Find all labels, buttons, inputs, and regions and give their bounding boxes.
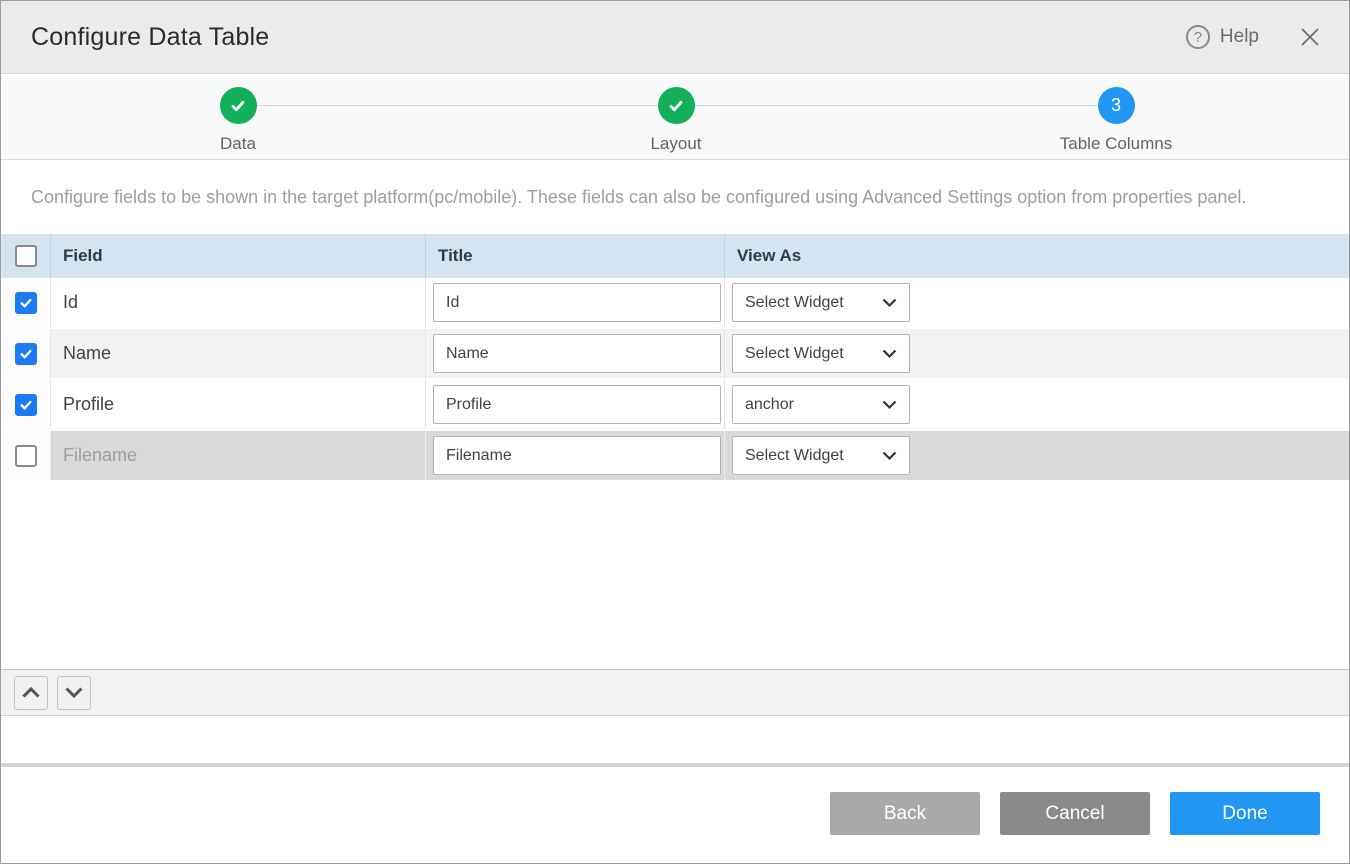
footer-divider bbox=[1, 763, 1349, 767]
table-row: Filename Select Widget bbox=[1, 431, 1349, 482]
configure-data-table-dialog: Configure Data Table ? Help Data bbox=[0, 0, 1350, 864]
chevron-down-icon bbox=[882, 298, 897, 308]
column-header-view-as: View As bbox=[725, 234, 1349, 278]
help-label: Help bbox=[1220, 26, 1259, 48]
title-input[interactable] bbox=[433, 283, 721, 322]
move-up-button[interactable] bbox=[14, 676, 48, 710]
table-row: Id Select Widget bbox=[1, 278, 1349, 329]
step-data[interactable]: Data bbox=[158, 87, 318, 154]
close-icon bbox=[1299, 26, 1321, 48]
step-label: Table Columns bbox=[1036, 134, 1196, 154]
close-button[interactable] bbox=[1299, 26, 1321, 48]
description-text: Configure fields to be shown in the targ… bbox=[31, 187, 1319, 208]
title-input[interactable] bbox=[433, 385, 721, 424]
move-down-button[interactable] bbox=[57, 676, 91, 710]
view-as-select[interactable]: anchor bbox=[732, 385, 910, 424]
chevron-down-icon bbox=[64, 686, 84, 699]
table-row: Profile anchor bbox=[1, 380, 1349, 431]
row-checkbox[interactable] bbox=[15, 445, 37, 467]
step-table-columns[interactable]: 3 Table Columns bbox=[1036, 87, 1196, 154]
chevron-down-icon bbox=[882, 349, 897, 359]
dialog-titlebar: Configure Data Table ? Help bbox=[1, 1, 1349, 74]
view-as-select[interactable]: Select Widget bbox=[732, 436, 910, 475]
table-row: Name Select Widget bbox=[1, 329, 1349, 380]
view-as-selected-value: anchor bbox=[745, 396, 882, 414]
view-as-selected-value: Select Widget bbox=[745, 345, 882, 363]
help-icon: ? bbox=[1186, 25, 1210, 49]
step-label: Layout bbox=[596, 134, 756, 154]
field-name: Name bbox=[63, 343, 111, 364]
row-checkbox[interactable] bbox=[15, 343, 37, 365]
chevron-down-icon bbox=[882, 400, 897, 410]
view-as-select[interactable]: Select Widget bbox=[732, 283, 910, 322]
view-as-select[interactable]: Select Widget bbox=[732, 334, 910, 373]
column-header-title: Title bbox=[426, 234, 725, 278]
title-input[interactable] bbox=[433, 334, 721, 373]
view-as-selected-value: Select Widget bbox=[745, 447, 882, 465]
chevron-down-icon bbox=[882, 451, 897, 461]
dialog-title: Configure Data Table bbox=[31, 23, 269, 52]
step-label: Data bbox=[158, 134, 318, 154]
reorder-toolbar bbox=[1, 669, 1349, 716]
field-name: Filename bbox=[63, 445, 137, 466]
title-input[interactable] bbox=[433, 436, 721, 475]
field-name: Id bbox=[63, 292, 78, 313]
wizard-stepper: Data Layout 3 Table Columns bbox=[1, 75, 1349, 160]
cancel-button[interactable]: Cancel bbox=[1000, 792, 1150, 835]
help-button[interactable]: ? Help bbox=[1186, 25, 1259, 49]
footer-actions: Back Cancel Done bbox=[830, 792, 1320, 835]
step-complete-icon bbox=[658, 87, 695, 124]
chevron-up-icon bbox=[21, 686, 41, 699]
done-button[interactable]: Done bbox=[1170, 792, 1320, 835]
step-layout[interactable]: Layout bbox=[596, 87, 756, 154]
column-header-field: Field bbox=[51, 234, 426, 278]
table-header-row: Field Title View As bbox=[1, 234, 1349, 278]
row-checkbox[interactable] bbox=[15, 292, 37, 314]
step-complete-icon bbox=[220, 87, 257, 124]
view-as-selected-value: Select Widget bbox=[745, 294, 882, 312]
field-name: Profile bbox=[63, 394, 114, 415]
row-checkbox[interactable] bbox=[15, 394, 37, 416]
select-all-checkbox[interactable] bbox=[15, 245, 37, 267]
columns-table: Field Title View As Id Select Widget bbox=[1, 234, 1349, 482]
step-number-badge: 3 bbox=[1098, 87, 1135, 124]
back-button[interactable]: Back bbox=[830, 792, 980, 835]
